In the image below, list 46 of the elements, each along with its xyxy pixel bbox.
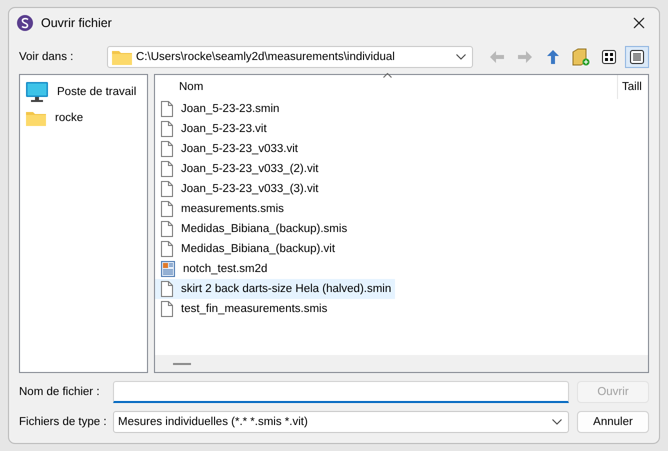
file-row[interactable]: Joan_5-23-23_v033_(2).vit — [155, 159, 377, 179]
project-file-icon — [161, 261, 175, 277]
horizontal-scrollbar[interactable] — [155, 355, 648, 372]
file-row[interactable]: Medidas_Bibiana_(backup).smis — [155, 219, 377, 239]
app-logo-icon — [17, 15, 33, 31]
file-row[interactable]: test_fin_measurements.smis — [155, 299, 377, 319]
file-type-label: Fichiers de type : — [19, 416, 107, 428]
file-type-dropdown[interactable]: Mesures individuelles (*.* *.smis *.vit) — [113, 411, 569, 433]
folder-icon — [112, 49, 132, 65]
sidebar-item[interactable]: Poste de travail — [20, 79, 147, 105]
cancel-button[interactable]: Annuler — [577, 411, 649, 433]
folder-icon — [26, 110, 46, 126]
document-icon — [161, 141, 173, 157]
file-row[interactable]: skirt 2 back darts-size Hela (halved).smin — [155, 279, 396, 299]
file-row[interactable]: Joan_5-23-23.vit — [155, 119, 377, 139]
dropdown-chevron-icon — [456, 54, 466, 60]
file-row[interactable]: Joan_5-23-23_v033_(3).vit — [155, 179, 377, 199]
document-icon — [161, 221, 173, 237]
sort-ascending-icon — [383, 73, 392, 78]
file-name-field[interactable] — [113, 381, 569, 403]
document-icon — [161, 161, 173, 177]
file-row[interactable]: Joan_5-23-23_v033.vit — [155, 139, 377, 159]
document-icon — [161, 181, 173, 197]
column-header[interactable]: Taill — [617, 75, 648, 99]
look-in-label: Voir dans : — [19, 51, 74, 63]
document-icon — [161, 201, 173, 217]
look-in-dropdown[interactable]: C:\Users\rocke\seamly2d\measurements\individual — [107, 46, 473, 68]
detail-view-button[interactable] — [625, 46, 649, 68]
document-icon — [161, 101, 173, 117]
monitor-icon — [26, 82, 48, 102]
document-icon — [161, 301, 173, 317]
detail-view-icon — [630, 50, 644, 64]
file-row[interactable]: measurements.smis — [155, 199, 377, 219]
file-row[interactable]: Medidas_Bibiana_(backup).vit — [155, 239, 377, 259]
sidebar-item[interactable]: rocke — [20, 105, 147, 131]
document-icon — [161, 121, 173, 137]
close-icon — [633, 17, 645, 29]
document-icon — [161, 281, 173, 297]
file-name-label: Nom de fichier : — [19, 386, 101, 398]
column-header[interactable]: Nom — [179, 81, 204, 93]
file-row[interactable]: Joan_5-23-23.smin — [155, 99, 377, 119]
window-title: Ouvrir fichier — [41, 16, 113, 30]
grid-view-icon — [602, 50, 616, 64]
file-row[interactable]: notch_test.sm2d — [155, 259, 377, 279]
dropdown-chevron-icon — [552, 419, 562, 425]
document-icon — [161, 241, 173, 257]
